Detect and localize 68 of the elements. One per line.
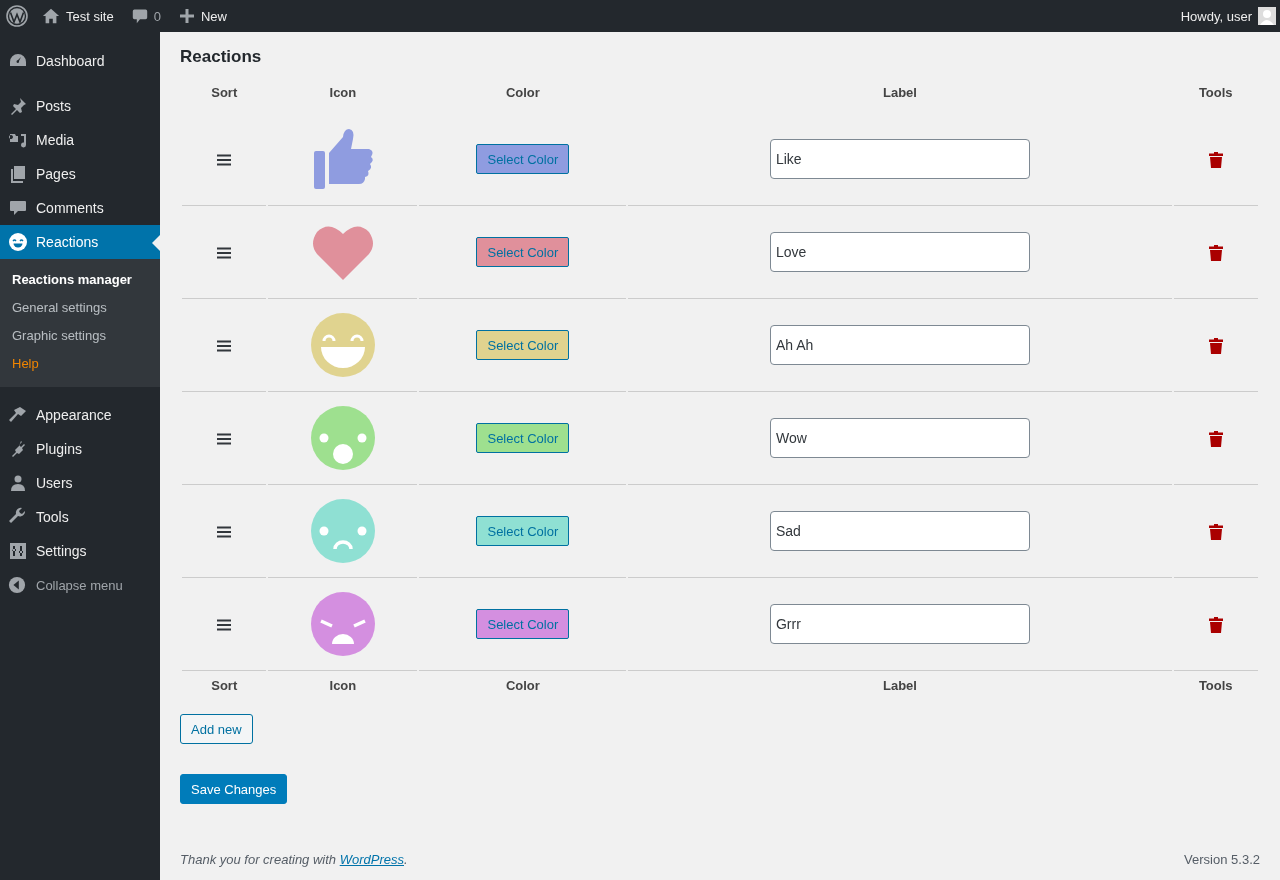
plus-icon[interactable] xyxy=(178,8,195,24)
drag-handle-icon[interactable] xyxy=(216,339,233,352)
settings-icon xyxy=(8,541,28,561)
column-header: Tools xyxy=(1198,85,1233,100)
greeting-text[interactable]: Howdy, user xyxy=(1180,8,1252,24)
pages-icon xyxy=(8,164,28,184)
trash-icon[interactable] xyxy=(1208,616,1223,633)
column-header: Sort xyxy=(211,677,238,693)
wordpress-link[interactable]: WordPress xyxy=(339,852,404,867)
comment-count[interactable]: 0 xyxy=(153,8,161,24)
site-name-link[interactable]: Test site xyxy=(66,8,114,24)
comment-icon[interactable] xyxy=(131,8,148,24)
menu-item[interactable]: Posts xyxy=(0,89,160,123)
drag-handle-icon[interactable] xyxy=(216,525,233,538)
label-input[interactable]: Ah Ah xyxy=(769,325,1030,365)
drag-handle-icon[interactable] xyxy=(216,432,233,445)
trash-icon[interactable] xyxy=(1208,430,1223,447)
menu-item[interactable]: Settings xyxy=(0,534,160,568)
menu-item[interactable]: Appearance xyxy=(0,398,160,432)
menu-item[interactable]: Comments xyxy=(0,191,160,225)
footer-credit-text: Thank you for creating with WordPress. xyxy=(180,852,408,867)
column-header: Icon xyxy=(329,85,357,100)
menu-item[interactable]: Users xyxy=(0,466,160,500)
menu-item[interactable]: Dashboard xyxy=(0,44,160,78)
menu-item[interactable]: Tools xyxy=(0,500,160,534)
wordpress-logo-icon[interactable] xyxy=(6,5,28,27)
version-text: Version 5.3.2 xyxy=(1184,852,1260,867)
label-input[interactable]: Like xyxy=(769,139,1030,179)
collapse-icon xyxy=(8,576,26,594)
column-header: Label xyxy=(883,85,917,100)
current-pointer-icon xyxy=(152,235,160,251)
comments-icon xyxy=(8,198,28,218)
users-icon xyxy=(8,473,28,493)
submenu-item[interactable]: Reactions manager xyxy=(0,266,160,294)
drag-handle-icon[interactable] xyxy=(216,246,233,259)
home-icon[interactable] xyxy=(42,7,60,25)
drag-handle-icon[interactable] xyxy=(216,618,233,631)
menu-item[interactable]: Media xyxy=(0,123,160,157)
column-header: Color xyxy=(505,677,540,693)
save-changes-button[interactable]: Save Changes xyxy=(180,774,288,804)
collapse-menu-button[interactable]: Collapse menu xyxy=(0,568,160,602)
submenu-item[interactable]: General settings xyxy=(0,294,160,322)
menu-item[interactable]: Reactions xyxy=(0,225,160,259)
label-input[interactable]: Grrr xyxy=(769,604,1030,644)
trash-icon[interactable] xyxy=(1208,337,1223,354)
column-header: Color xyxy=(505,85,540,100)
new-link[interactable]: New xyxy=(200,8,227,24)
reactions-icon xyxy=(8,232,28,252)
page-title: Reactions xyxy=(180,47,262,66)
label-input[interactable]: Sad xyxy=(769,511,1030,551)
trash-icon[interactable] xyxy=(1208,523,1223,540)
column-header: Sort xyxy=(211,85,238,100)
column-header: Label xyxy=(883,677,917,693)
column-header: Icon xyxy=(329,677,357,693)
drag-handle-icon[interactable] xyxy=(216,153,233,166)
trash-icon[interactable] xyxy=(1208,244,1223,261)
trash-icon[interactable] xyxy=(1208,151,1223,168)
column-header: Tools xyxy=(1198,677,1233,693)
submenu-item[interactable]: Graphic settings xyxy=(0,322,160,350)
menu-item[interactable]: Plugins xyxy=(0,432,160,466)
label-input[interactable]: Love xyxy=(769,232,1030,272)
select-color-button[interactable]: Select Color xyxy=(476,423,570,453)
submenu-item[interactable]: Help xyxy=(0,350,160,378)
add-new-button[interactable]: Add new xyxy=(180,714,253,744)
select-color-button[interactable]: Select Color xyxy=(476,516,570,546)
label-input[interactable]: Wow xyxy=(769,418,1030,458)
select-color-button[interactable]: Select Color xyxy=(476,330,570,360)
menu-item[interactable]: Pages xyxy=(0,157,160,191)
